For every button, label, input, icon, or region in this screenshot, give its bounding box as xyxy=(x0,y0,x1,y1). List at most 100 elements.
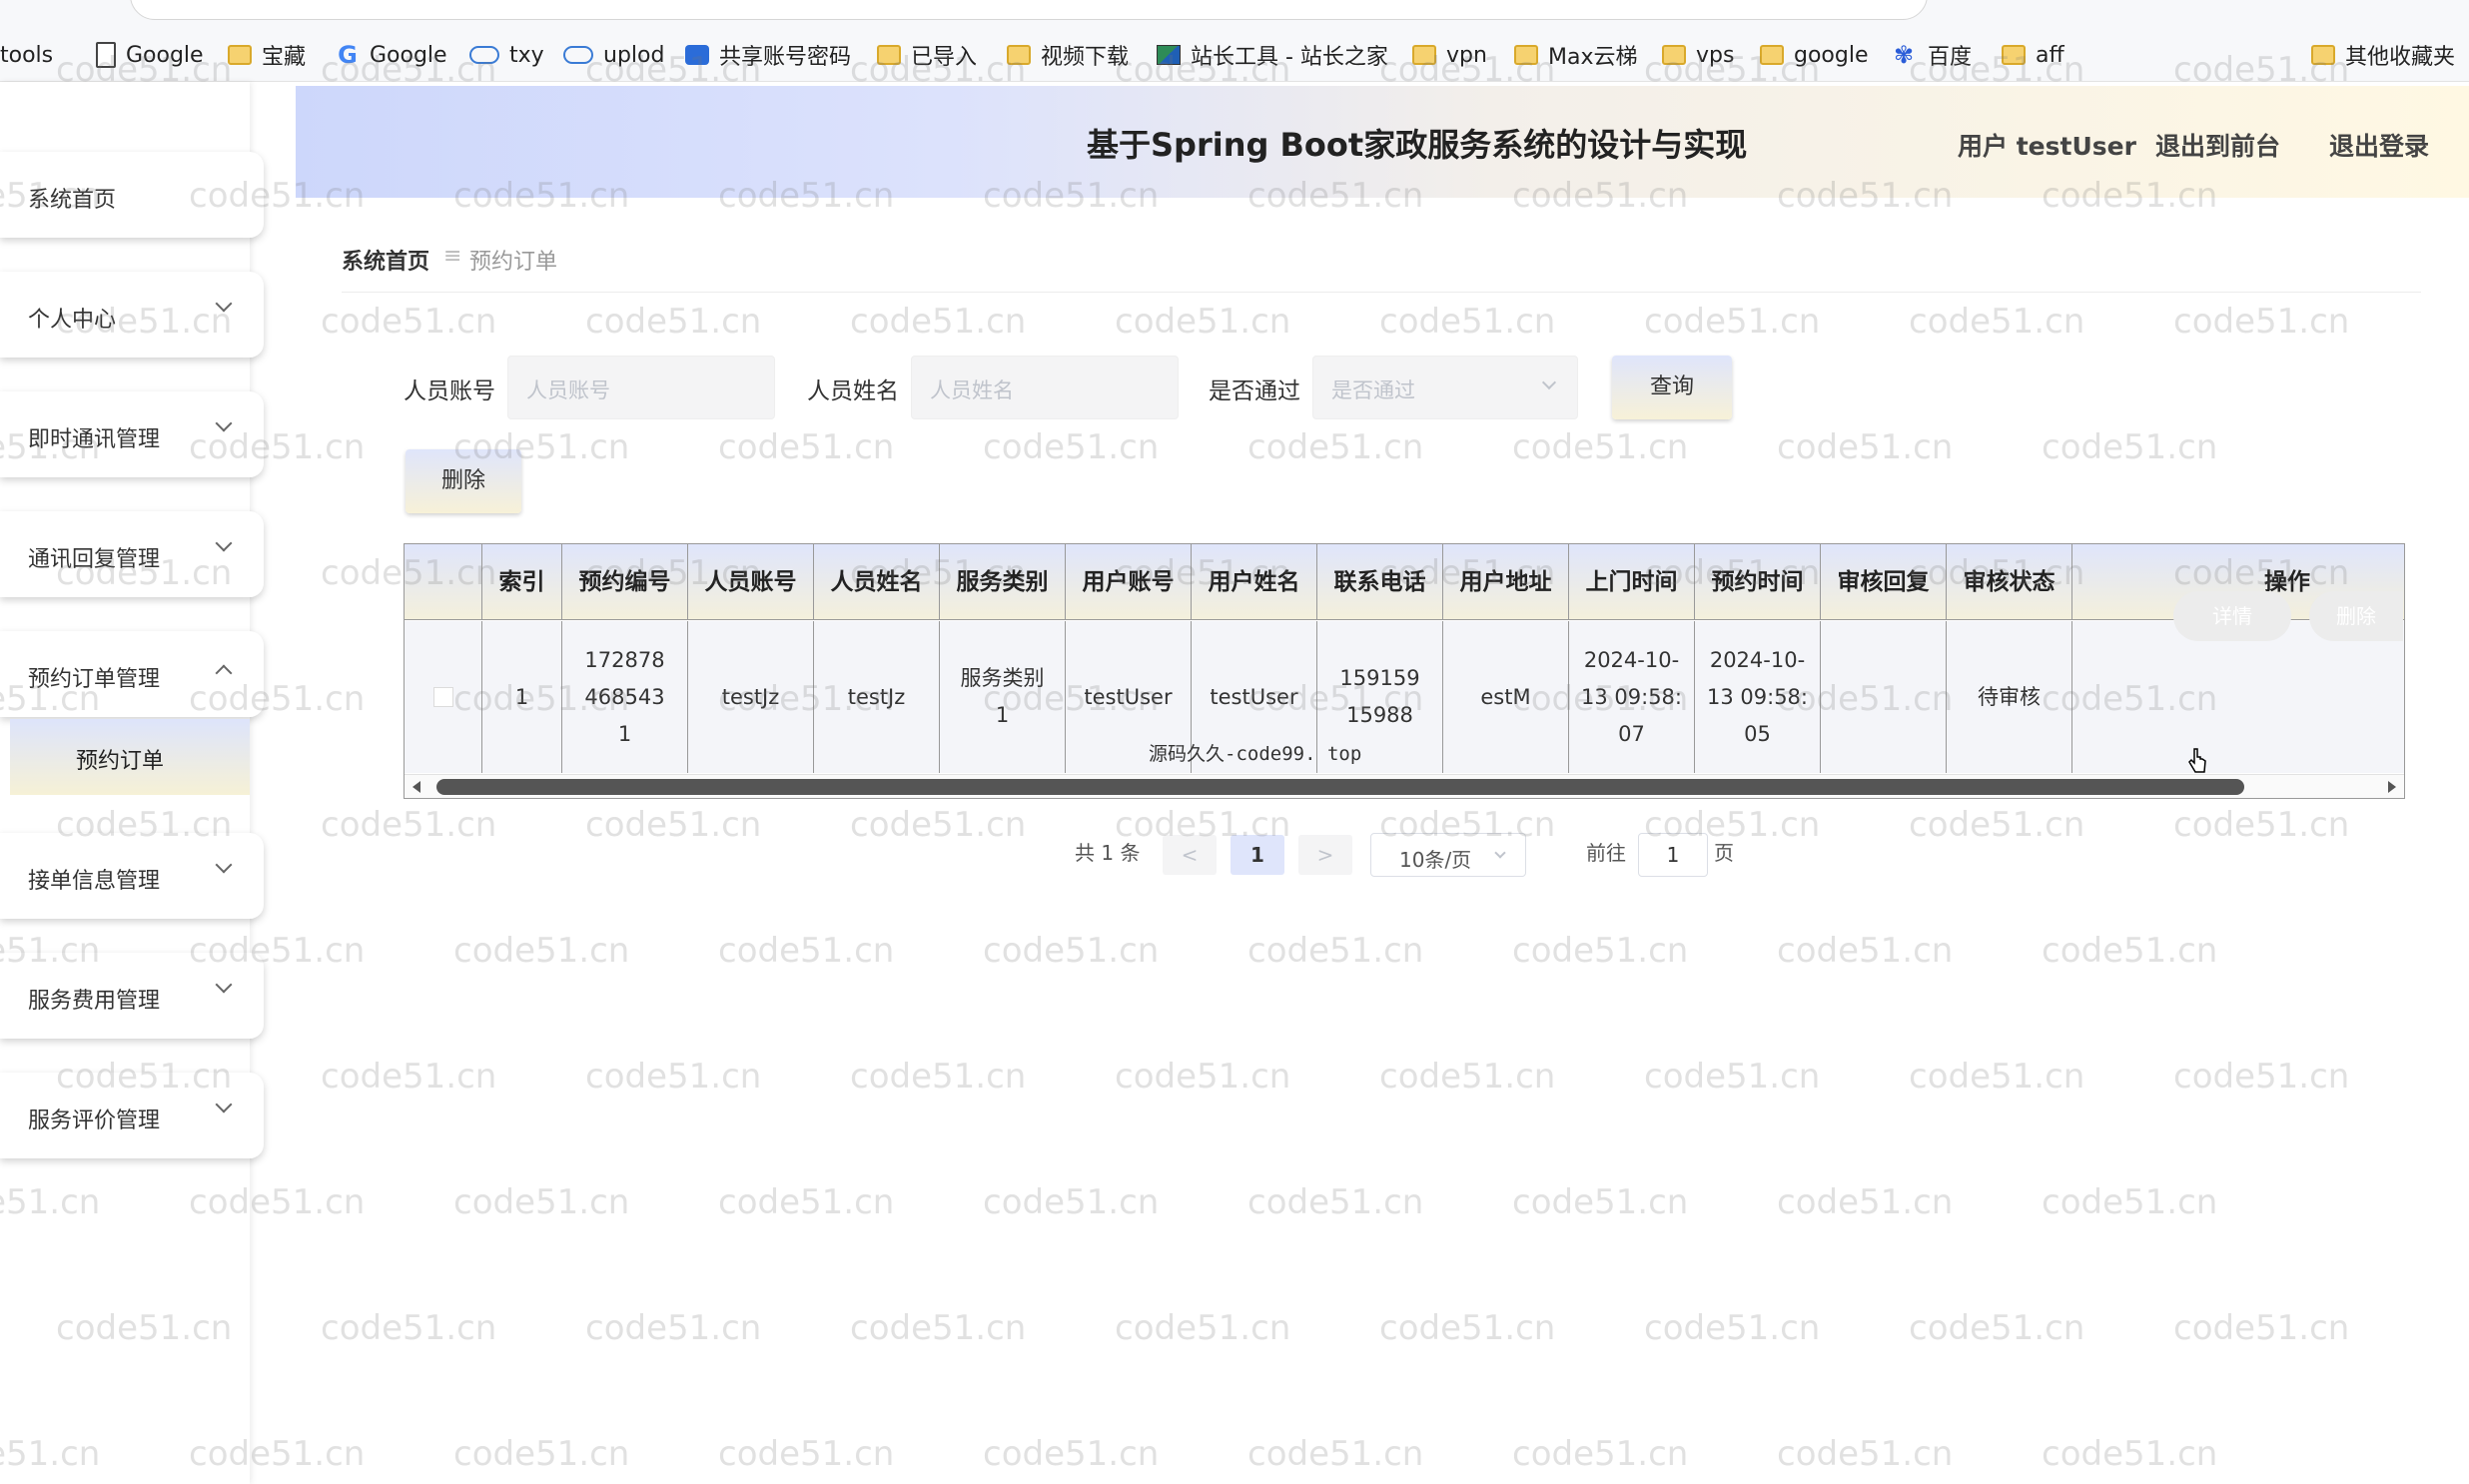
google-icon: G xyxy=(338,41,358,69)
folder-icon xyxy=(1007,45,1031,65)
baidu-icon: ✾ xyxy=(1894,41,1915,69)
sidebar-item-reply[interactable]: 通讯回复管理 xyxy=(0,511,264,597)
row-select-cell xyxy=(405,621,482,773)
cloud-icon xyxy=(563,46,593,64)
pagination-total: 共 1 条 xyxy=(1075,841,1141,865)
watermark-text: code51.cn xyxy=(1247,931,1424,971)
breadcrumb-separator: ≡ xyxy=(443,244,462,269)
cell-reply xyxy=(1821,621,1947,773)
bookmark-google[interactable]: G Google xyxy=(336,38,446,72)
watermark-text: code51.cn xyxy=(983,1182,1160,1222)
scroll-right-icon[interactable] xyxy=(2388,781,2396,793)
watermark-text: code51.cn xyxy=(321,805,497,845)
cloud-icon xyxy=(469,46,499,64)
folder-icon xyxy=(2311,45,2335,65)
delete-button[interactable]: 删除 xyxy=(406,449,521,513)
watermark-text: code51.cn xyxy=(1512,427,1689,467)
watermark-text: code51.cn xyxy=(1777,1182,1954,1222)
horizontal-scrollbar[interactable] xyxy=(405,774,2404,798)
next-page-button[interactable]: > xyxy=(1298,835,1352,875)
scrollbar-thumb[interactable] xyxy=(436,779,2244,795)
sidebar-item-fees[interactable]: 服务费用管理 xyxy=(0,953,264,1039)
bookmark-shared-accounts[interactable]: 共享账号密码 xyxy=(685,38,851,72)
watermark-text: code51.cn xyxy=(2042,1182,2218,1222)
prev-page-button[interactable]: < xyxy=(1163,835,1217,875)
watermark-text: code51.cn xyxy=(321,302,497,342)
chevron-down-icon xyxy=(215,414,233,432)
staff-name-input[interactable]: 人员姓名 xyxy=(911,356,1179,419)
detail-button[interactable]: 详情 xyxy=(2173,591,2291,641)
watermark-text: code51.cn xyxy=(1777,931,1954,971)
orders-table: 索引 预约编号 人员账号 人员姓名 服务类别 用户账号 用户姓名 联系电话 用户… xyxy=(404,543,2405,799)
row-checkbox[interactable] xyxy=(432,687,453,707)
watermark-text: code51.cn xyxy=(1644,1057,1821,1097)
bookmark-chinaz[interactable]: 站长工具 - 站长之家 xyxy=(1157,38,1388,72)
bookmark-vpn[interactable]: vpn xyxy=(1412,38,1487,72)
chevron-down-icon xyxy=(215,534,233,552)
watermark-text: code51.cn xyxy=(850,1308,1027,1348)
scroll-left-icon[interactable] xyxy=(412,781,420,793)
watermark-text: code51.cn xyxy=(1247,1182,1424,1222)
user-label: 用户 testUser xyxy=(1958,132,2136,161)
bookmark-other[interactable]: 其他收藏夹 xyxy=(2311,38,2455,72)
column-header: 审核状态 xyxy=(1947,544,2072,620)
watermark-text: code51.cn xyxy=(1247,1434,1424,1474)
sidebar-item-orders[interactable]: 预约订单管理 xyxy=(0,631,264,717)
row-delete-button[interactable]: 删除 xyxy=(2309,591,2403,641)
chevron-down-icon xyxy=(215,856,233,874)
watermark-text: code51.cn xyxy=(2173,805,2350,845)
source-overlay-text: 源码久久-code99. top xyxy=(1149,743,1362,765)
address-bar[interactable] xyxy=(130,0,1928,20)
folder-icon xyxy=(1760,45,1784,65)
submenu-item-orders[interactable]: 预约订单 xyxy=(10,719,250,795)
query-button[interactable]: 查询 xyxy=(1612,356,1732,419)
sidebar-item-im[interactable]: 即时通讯管理 xyxy=(0,391,264,477)
column-header: 预约编号 xyxy=(562,544,688,620)
folder-icon xyxy=(1514,45,1538,65)
sidebar-item-reviews[interactable]: 服务评价管理 xyxy=(0,1073,264,1158)
watermark-text: code51.cn xyxy=(1512,931,1689,971)
staff-account-input[interactable]: 人员账号 xyxy=(507,356,775,419)
bookmark-video-download[interactable]: 视频下载 xyxy=(1007,38,1129,72)
bookmark-google-doc[interactable]: Google xyxy=(96,38,204,72)
sidebar-item-accepted[interactable]: 接单信息管理 xyxy=(0,833,264,919)
watermark-text: code51.cn xyxy=(1909,805,2085,845)
approved-select[interactable]: 是否通过 xyxy=(1312,356,1578,419)
bookmark-txy[interactable]: txy xyxy=(469,38,544,72)
bookmark-tools[interactable]: tools xyxy=(0,38,53,72)
sidebar-item-home[interactable]: 系统首页 xyxy=(0,152,264,238)
watermark-text: code51.cn xyxy=(1115,302,1291,342)
watermark-text: code51.cn xyxy=(2173,1308,2350,1348)
breadcrumb-divider xyxy=(342,292,2421,293)
breadcrumb-home[interactable]: 系统首页 xyxy=(342,244,429,276)
watermark-text: code51.cn xyxy=(453,931,630,971)
bookmark-max[interactable]: Max云梯 xyxy=(1514,38,1637,72)
bookmark-baozang[interactable]: 宝藏 xyxy=(228,38,306,72)
watermark-text: code51.cn xyxy=(321,1308,497,1348)
watermark-text: code51.cn xyxy=(1115,1308,1291,1348)
bookmark-google-folder[interactable]: google xyxy=(1760,38,1869,72)
watermark-text: code51.cn xyxy=(1512,1434,1689,1474)
watermark-text: code51.cn xyxy=(1379,1057,1556,1097)
to-front-link[interactable]: 退出到前台 xyxy=(2155,127,2280,163)
bookmark-baidu[interactable]: ✾ 百度 xyxy=(1894,38,1972,72)
logout-link[interactable]: 退出登录 xyxy=(2329,127,2429,163)
table-header: 索引 预约编号 人员账号 人员姓名 服务类别 用户账号 用户姓名 联系电话 用户… xyxy=(405,544,2404,620)
sidebar-item-personal[interactable]: 个人中心 xyxy=(0,272,264,358)
bookmark-uplod[interactable]: uplod xyxy=(563,38,664,72)
cell-service-type: 服务类别1 xyxy=(940,621,1066,773)
watermark-text: code51.cn xyxy=(850,805,1027,845)
bookmark-imported[interactable]: 已导入 xyxy=(877,38,977,72)
cell-visit-time: 2024-10-13 09:58:07 xyxy=(1569,621,1695,773)
watermark-text: code51.cn xyxy=(718,427,895,467)
goto-page-input[interactable]: 1 xyxy=(1638,833,1708,877)
watermark-text: code51.cn xyxy=(850,302,1027,342)
select-all-cell[interactable] xyxy=(405,544,482,620)
bookmark-vps[interactable]: vps xyxy=(1662,38,1734,72)
watermark-text: code51.cn xyxy=(1512,1182,1689,1222)
bookmarks-bar: tools Google 宝藏 G Google txy uplod 共享账号密码… xyxy=(0,0,2469,82)
page-number[interactable]: 1 xyxy=(1231,835,1284,875)
bookmark-aff[interactable]: aff xyxy=(2002,38,2064,72)
watermark-text: code51.cn xyxy=(2042,931,2218,971)
column-header: 索引 xyxy=(482,544,562,620)
